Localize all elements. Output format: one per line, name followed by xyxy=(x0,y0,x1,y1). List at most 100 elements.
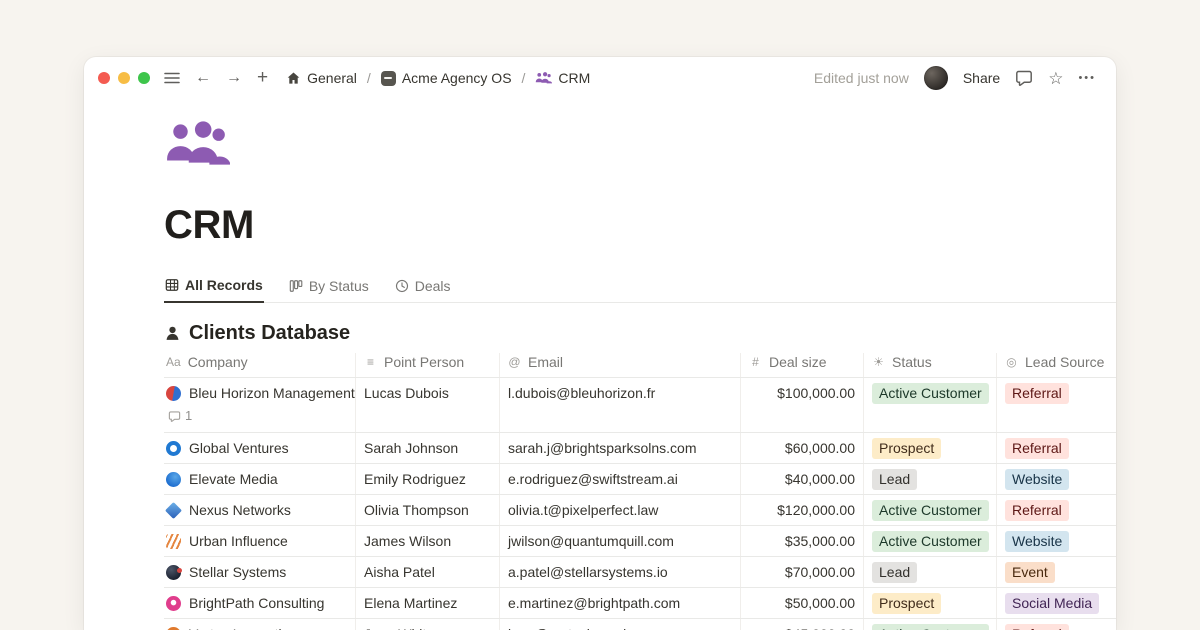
breadcrumb-item-crm[interactable]: CRM xyxy=(531,68,594,88)
lead-source-cell[interactable]: Referral xyxy=(997,433,1116,463)
source-tag[interactable]: Referral xyxy=(1005,624,1069,630)
table-row[interactable]: BrightPath Consulting Elena Martinez e.m… xyxy=(164,588,1116,619)
lead-source-cell[interactable]: Referral xyxy=(997,378,1116,432)
deal-size-cell[interactable]: $100,000.00 xyxy=(741,378,864,432)
company-cell[interactable]: BrightPath Consulting xyxy=(164,588,356,618)
status-cell[interactable]: Prospect xyxy=(864,588,997,618)
source-tag[interactable]: Referral xyxy=(1005,438,1069,459)
favorite-star-icon[interactable]: ☆ xyxy=(1048,70,1063,87)
tab-by-status[interactable]: By Status xyxy=(288,275,370,302)
status-cell[interactable]: Lead xyxy=(864,557,997,587)
deal-size-cell[interactable]: $50,000.00 xyxy=(741,588,864,618)
company-name[interactable]: Nexus Networks xyxy=(189,500,291,520)
company-cell[interactable]: Global Ventures xyxy=(164,433,356,463)
status-tag[interactable]: Active Customer xyxy=(872,531,989,552)
status-tag[interactable]: Active Customer xyxy=(872,624,989,630)
company-cell[interactable]: Bleu Horizon Management 1 xyxy=(164,378,356,432)
column-header-email[interactable]: @ Email xyxy=(500,353,741,377)
status-tag[interactable]: Active Customer xyxy=(872,500,989,521)
lead-source-cell[interactable]: Social Media xyxy=(997,588,1116,618)
status-tag[interactable]: Prospect xyxy=(872,593,941,614)
database-title[interactable]: Clients Database xyxy=(189,322,350,345)
lead-source-cell[interactable]: Website xyxy=(997,464,1116,494)
table-row[interactable]: Nexus Networks Olivia Thompson olivia.t@… xyxy=(164,495,1116,526)
source-tag[interactable]: Referral xyxy=(1005,383,1069,404)
company-cell[interactable]: Stellar Systems xyxy=(164,557,356,587)
email-cell[interactable]: jwilson@quantumquill.com xyxy=(500,526,741,556)
lead-source-cell[interactable]: Referral xyxy=(997,619,1116,630)
column-header-status[interactable]: ☀ Status xyxy=(864,353,997,377)
deal-size-cell[interactable]: $35,000.00 xyxy=(741,526,864,556)
tab-all-records[interactable]: All Records xyxy=(164,275,264,303)
status-cell[interactable]: Active Customer xyxy=(864,526,997,556)
lead-source-cell[interactable]: Referral xyxy=(997,495,1116,525)
status-tag[interactable]: Lead xyxy=(872,562,917,583)
point-person-cell[interactable]: Elena Martinez xyxy=(356,588,500,618)
email-cell[interactable]: a.patel@stellarsystems.io xyxy=(500,557,741,587)
deal-size-cell[interactable]: $45,000.00 xyxy=(741,619,864,630)
status-tag[interactable]: Active Customer xyxy=(872,383,989,404)
deal-size-cell[interactable]: $70,000.00 xyxy=(741,557,864,587)
lead-source-cell[interactable]: Website xyxy=(997,526,1116,556)
email-cell[interactable]: sarah.j@brightsparksolns.com xyxy=(500,433,741,463)
company-cell[interactable]: Nexus Networks xyxy=(164,495,356,525)
status-cell[interactable]: Prospect xyxy=(864,433,997,463)
point-person-cell[interactable]: Sarah Johnson xyxy=(356,433,500,463)
close-window-button[interactable] xyxy=(98,72,110,84)
table-row[interactable]: Vertex Innovations Jenn Whitmore jenn@ve… xyxy=(164,619,1116,630)
comment-badge[interactable]: 1 xyxy=(168,406,347,426)
status-cell[interactable]: Lead xyxy=(864,464,997,494)
zoom-window-button[interactable] xyxy=(138,72,150,84)
company-cell[interactable]: Vertex Innovations xyxy=(164,619,356,630)
column-header-lead-source[interactable]: ◎ Lead Source xyxy=(997,353,1116,377)
status-cell[interactable]: Active Customer xyxy=(864,378,997,432)
status-cell[interactable]: Active Customer xyxy=(864,619,997,630)
point-person-cell[interactable]: Aisha Patel xyxy=(356,557,500,587)
column-header-company[interactable]: Aa Company xyxy=(164,353,356,377)
forward-button[interactable]: → xyxy=(226,70,242,86)
breadcrumb-item-general[interactable]: General xyxy=(282,68,361,88)
point-person-cell[interactable]: Emily Rodriguez xyxy=(356,464,500,494)
email-cell[interactable]: e.martinez@brightpath.com xyxy=(500,588,741,618)
company-name[interactable]: Elevate Media xyxy=(189,469,278,489)
company-name[interactable]: Bleu Horizon Management xyxy=(189,383,355,403)
company-name[interactable]: Urban Influence xyxy=(189,531,288,551)
back-button[interactable]: ← xyxy=(195,70,211,86)
source-tag[interactable]: Social Media xyxy=(1005,593,1099,614)
deal-size-cell[interactable]: $120,000.00 xyxy=(741,495,864,525)
company-name[interactable]: Stellar Systems xyxy=(189,562,286,582)
email-cell[interactable]: l.dubois@bleuhorizon.fr xyxy=(500,378,741,432)
avatar[interactable] xyxy=(924,66,948,90)
email-cell[interactable]: e.rodriguez@swiftstream.ai xyxy=(500,464,741,494)
email-cell[interactable]: jenn@vertexinnov.io xyxy=(500,619,741,630)
source-tag[interactable]: Website xyxy=(1005,469,1069,490)
table-row[interactable]: Urban Influence James Wilson jwilson@qua… xyxy=(164,526,1116,557)
status-tag[interactable]: Prospect xyxy=(872,438,941,459)
page-icon[interactable] xyxy=(164,121,230,167)
point-person-cell[interactable]: Jenn Whitmore xyxy=(356,619,500,630)
column-header-point-person[interactable]: ≡ Point Person xyxy=(356,353,500,377)
table-row[interactable]: Global Ventures Sarah Johnson sarah.j@br… xyxy=(164,433,1116,464)
minimize-window-button[interactable] xyxy=(118,72,130,84)
company-cell[interactable]: Elevate Media xyxy=(164,464,356,494)
email-cell[interactable]: olivia.t@pixelperfect.law xyxy=(500,495,741,525)
point-person-cell[interactable]: James Wilson xyxy=(356,526,500,556)
source-tag[interactable]: Event xyxy=(1005,562,1055,583)
table-row[interactable]: Stellar Systems Aisha Patel a.patel@stel… xyxy=(164,557,1116,588)
comments-icon[interactable] xyxy=(1015,69,1033,87)
breadcrumb-item-workspace[interactable]: Acme Agency OS xyxy=(377,68,516,88)
company-cell[interactable]: Urban Influence xyxy=(164,526,356,556)
status-tag[interactable]: Lead xyxy=(872,469,917,490)
point-person-cell[interactable]: Lucas Dubois xyxy=(356,378,500,432)
source-tag[interactable]: Website xyxy=(1005,531,1069,552)
tab-deals[interactable]: Deals xyxy=(394,275,452,302)
company-name[interactable]: Global Ventures xyxy=(189,438,289,458)
more-options-icon[interactable]: ••• xyxy=(1078,72,1096,84)
company-name[interactable]: BrightPath Consulting xyxy=(189,593,324,613)
deal-size-cell[interactable]: $40,000.00 xyxy=(741,464,864,494)
deal-size-cell[interactable]: $60,000.00 xyxy=(741,433,864,463)
column-header-deal-size[interactable]: # Deal size xyxy=(741,353,864,377)
table-row[interactable]: Elevate Media Emily Rodriguez e.rodrigue… xyxy=(164,464,1116,495)
company-name[interactable]: Vertex Innovations xyxy=(189,624,304,630)
point-person-cell[interactable]: Olivia Thompson xyxy=(356,495,500,525)
